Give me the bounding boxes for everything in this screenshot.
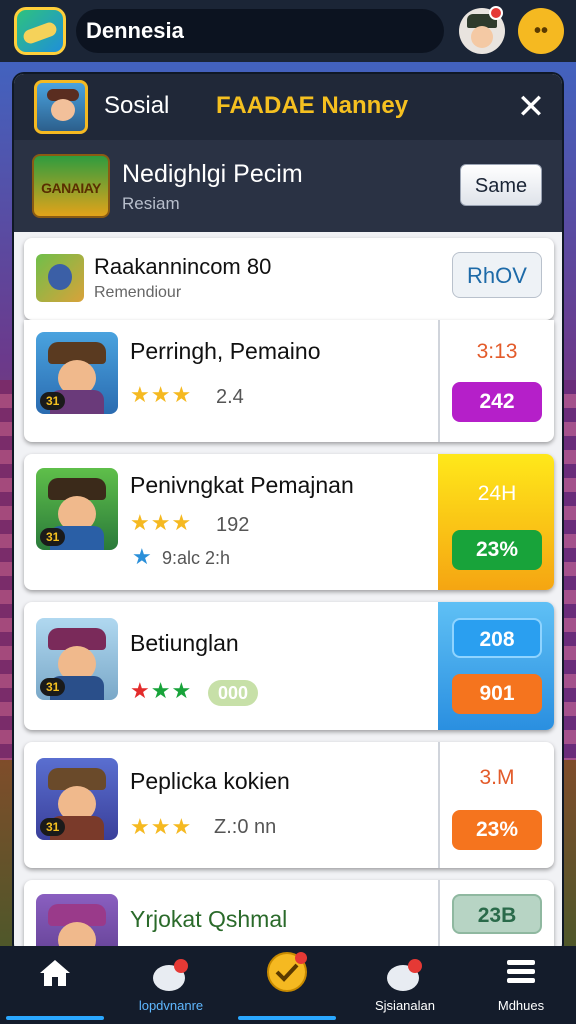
nav-home[interactable] (0, 946, 110, 1024)
game-logo-icon: GANAIAY (32, 154, 110, 218)
character-portrait-icon: 31 (36, 468, 118, 550)
level-badge: 31 (40, 392, 66, 410)
level-badge: 31 (40, 528, 66, 546)
character-portrait-icon: 31 (36, 618, 118, 700)
player-name: Perringh, Pemaino (130, 338, 321, 364)
rank-badge: 000 (208, 680, 259, 706)
rating-stars-icon: ★★★ (130, 678, 193, 703)
chat-icon (153, 959, 188, 991)
rating-stars-icon: ★★★ (130, 814, 193, 839)
list-item[interactable]: 31 Perringh, Pemaino ★★★ 2.4 3:13 242 (24, 320, 554, 442)
same-button[interactable]: Same (460, 164, 542, 206)
list-item[interactable]: 31 Peplicka kokien ★★★ Z.:0 nn 3.M 23% (24, 742, 554, 868)
list-item[interactable]: 31 Betiunglan ★★★ 000 208 901 (24, 602, 554, 730)
panel-subtitle: FAADAE Nanney (216, 92, 409, 119)
level-badge: 31 (40, 818, 66, 836)
score-pill[interactable]: 901 (452, 674, 542, 714)
player-name: Peplicka kokien (130, 768, 290, 794)
summary-title: Raakannincom 80 (94, 254, 272, 279)
nav-label: Mdhues (497, 998, 545, 1013)
level-badge: 31 (40, 678, 66, 696)
home-icon (40, 960, 70, 986)
score-pill[interactable]: 242 (452, 382, 542, 422)
rating-value: Z.:0 nn (214, 816, 277, 838)
divider (438, 320, 440, 442)
time-value: 9:alc 2:h (162, 548, 231, 568)
badge-check-icon (267, 952, 307, 992)
nav-label: lopdvnanre (138, 998, 204, 1013)
score-pill[interactable]: 23B (452, 894, 542, 934)
list-item[interactable]: 31 Penivngkat Pemajnan ★★★ 192 ★ 9:alc 2… (24, 454, 554, 590)
app-logo-icon[interactable] (14, 7, 66, 55)
stat-value: 3:13 (476, 340, 518, 363)
nav-badge[interactable] (232, 946, 342, 1024)
rating-stars-icon: ★★★ (130, 510, 193, 535)
character-portrait-icon (36, 894, 118, 954)
active-indicator (6, 1016, 104, 1020)
nav-menu[interactable]: Mdhues (466, 946, 576, 1024)
filter-button[interactable]: RhOV (452, 252, 542, 298)
game-caption: Resiam (122, 194, 180, 213)
score-pill[interactable]: 23% (452, 810, 542, 850)
player-name: Yrjokat Qshmal (130, 906, 288, 932)
stat-value: 3.M (479, 766, 515, 789)
divider (438, 742, 440, 868)
character-portrait-icon: 31 (36, 758, 118, 840)
bottom-navigation: lopdvnanre Sjsianalan Mdhues (0, 946, 576, 1024)
summary-card: Raakannincom 80 Remendiour RhOV (24, 238, 554, 320)
top-bar: Dennesia •• (0, 0, 576, 62)
player-portrait-icon (34, 80, 88, 134)
star-icon: ★ (132, 544, 152, 569)
rating-value: 2.4 (216, 386, 244, 408)
nav-label: Sjsianalan (375, 998, 435, 1013)
rating-stars-icon: ★★★ (130, 382, 193, 407)
active-indicator (238, 1016, 336, 1020)
search-input[interactable]: Dennesia (76, 9, 444, 53)
summary-caption: Remendiour (94, 284, 182, 301)
menu-button[interactable]: •• (518, 8, 564, 54)
nav-social[interactable]: Sjsianalan (350, 946, 460, 1024)
score-pill[interactable]: 23% (452, 530, 542, 570)
player-name: Betiunglan (130, 630, 239, 656)
player-name: Penivngkat Pemajnan (130, 472, 354, 498)
rating-value: 192 (216, 514, 250, 536)
menu-icon (507, 960, 535, 983)
summary-icon (36, 254, 84, 302)
game-info-bar: GANAIAY Nedighlgi Pecim Resiam Same (14, 140, 562, 232)
close-button[interactable]: ✕ (512, 88, 550, 126)
character-portrait-icon: 31 (36, 332, 118, 414)
stat-value: 24H (477, 482, 517, 505)
chat-bubble-icon (387, 959, 422, 991)
list-item[interactable]: Yrjokat Qshmal 23B (24, 880, 554, 954)
divider (438, 880, 440, 954)
panel-title: Sosial (104, 92, 170, 119)
game-title: Nedighlgi Pecim (122, 160, 303, 188)
nav-chat[interactable]: lopdvnanre (116, 946, 226, 1024)
panel-header: Sosial FAADAE Nanney ✕ (14, 74, 562, 140)
notification-dot-icon (489, 6, 503, 20)
stat-value: 208 (452, 618, 542, 658)
social-panel: Sosial FAADAE Nanney ✕ GANAIAY Nedighlgi… (14, 74, 562, 954)
